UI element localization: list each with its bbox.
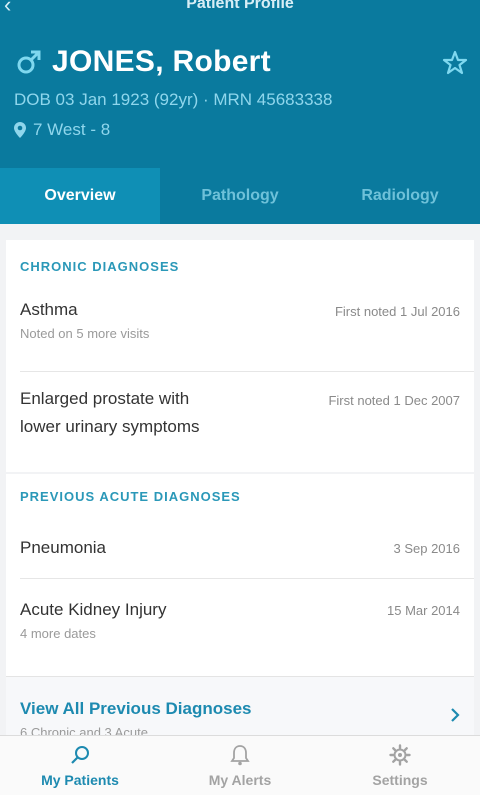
nav-label: My Patients xyxy=(41,771,119,788)
nav-settings[interactable]: Settings xyxy=(320,736,480,795)
chevron-right-icon xyxy=(451,708,460,722)
diagnosis-row-pneumonia[interactable]: Pneumonia 3 Sep 2016 xyxy=(20,534,460,564)
view-all-subtitle: 6 Chronic and 3 Acute xyxy=(20,725,148,735)
acute-diagnoses-card: PREVIOUS ACUTE DIAGNOSES Pneumonia 3 Sep… xyxy=(6,474,474,679)
screen-title: Patient Profile xyxy=(186,0,294,12)
view-all-title: View All Previous Diagnoses xyxy=(20,699,252,718)
chronic-diagnoses-heading: CHRONIC DIAGNOSES xyxy=(20,259,180,274)
nav-label: Settings xyxy=(372,771,428,788)
dob-mrn-line: DOB 03 Jan 1923 (92yr) · MRN 45683338 xyxy=(14,90,333,109)
tab-overview[interactable]: Overview xyxy=(0,168,160,224)
acute-diagnoses-heading: PREVIOUS ACUTE DIAGNOSES xyxy=(20,489,241,504)
bottom-navigation: My Patients My Alerts Settings xyxy=(0,735,480,795)
diagnosis-date: First noted 1 Jul 2016 xyxy=(334,304,460,319)
tab-pathology[interactable]: Pathology xyxy=(160,168,320,224)
location-text: 7 West - 8 xyxy=(33,120,111,139)
patient-header: ‹ Patient Profile JONES, Robert DOB 03 J… xyxy=(0,0,480,168)
gear-icon xyxy=(389,743,411,766)
profile-tabs: Overview Pathology Radiology xyxy=(0,168,480,224)
diagnosis-row-asthma[interactable]: Asthma Noted on 5 more visits First note… xyxy=(20,296,460,356)
diagnosis-date: 3 Sep 2016 xyxy=(393,541,460,556)
diagnosis-date: 15 Mar 2014 xyxy=(387,603,460,618)
male-gender-icon xyxy=(17,50,41,74)
nav-my-patients[interactable]: My Patients xyxy=(0,736,160,795)
bell-icon xyxy=(230,744,250,765)
top-bar: ‹ Patient Profile xyxy=(0,0,480,20)
diagnosis-subtitle: 4 more dates xyxy=(20,626,96,641)
diagnosis-row-prostate[interactable]: Enlarged prostate with lower urinary sym… xyxy=(20,385,460,445)
tab-radiology[interactable]: Radiology xyxy=(320,168,480,224)
view-all-diagnoses-link[interactable]: View All Previous Diagnoses 6 Chronic an… xyxy=(6,676,474,735)
divider xyxy=(20,371,474,372)
overview-content: CHRONIC DIAGNOSES Asthma Noted on 5 more… xyxy=(0,224,480,735)
patient-name: JONES, Robert xyxy=(52,45,271,78)
chronic-diagnoses-card: CHRONIC DIAGNOSES Asthma Noted on 5 more… xyxy=(6,240,474,472)
nav-label: My Alerts xyxy=(208,771,272,788)
diagnosis-row-aki[interactable]: Acute Kidney Injury 4 more dates 15 Mar … xyxy=(20,596,460,656)
location-pin-icon xyxy=(14,122,26,138)
diagnosis-subtitle: Noted on 5 more visits xyxy=(20,326,150,341)
divider xyxy=(20,578,474,579)
nav-my-alerts[interactable]: My Alerts xyxy=(160,736,320,795)
patient-name-row: JONES, Robert xyxy=(14,42,271,82)
favorite-star-icon[interactable] xyxy=(442,50,468,76)
patient-location: 7 West - 8 xyxy=(14,120,110,140)
diagnosis-title-line-2: lower urinary symptoms xyxy=(20,417,200,436)
diagnosis-date: First noted 1 Dec 2007 xyxy=(328,393,460,408)
search-icon xyxy=(71,745,89,764)
